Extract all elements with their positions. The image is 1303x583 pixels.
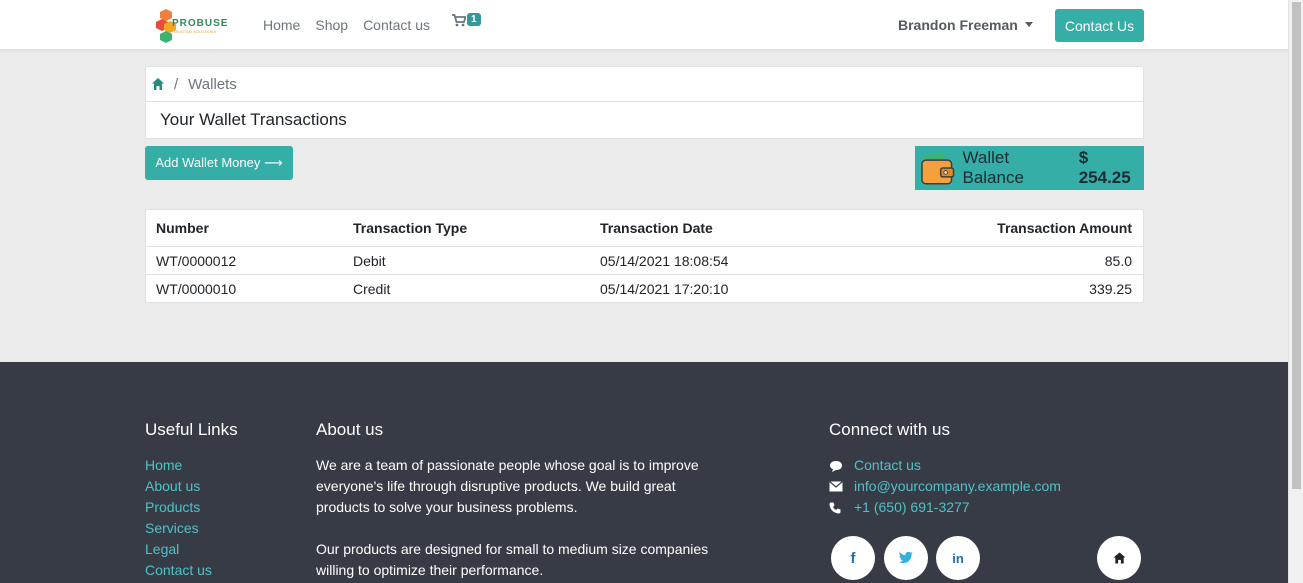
contact-link[interactable]: Contact us xyxy=(854,455,921,476)
wallet-balance-label: Wallet Balance xyxy=(962,148,1024,187)
table-row[interactable]: WT/0000012 Debit 05/14/2021 18:08:54 85.… xyxy=(146,246,1143,274)
footer-link-services[interactable]: Services xyxy=(145,518,212,539)
main-nav: Home Shop Contact us xyxy=(263,17,445,33)
wallet-balance-amount: $ 254.25 xyxy=(1078,148,1131,187)
comment-icon xyxy=(829,460,854,472)
home-social-button[interactable] xyxy=(1097,536,1141,580)
about-us-title: About us xyxy=(316,420,384,439)
wallet-balance-panel: Wallet Balance $ 254.25 xyxy=(915,146,1144,190)
add-wallet-money-button[interactable]: Add Wallet Money ⟶ xyxy=(145,146,293,180)
table-row[interactable]: WT/0000010 Credit 05/14/2021 17:20:10 33… xyxy=(146,274,1143,302)
scrollbar-thumb[interactable] xyxy=(1292,2,1301,489)
linkedin-icon: in xyxy=(952,550,964,566)
twitter-button[interactable] xyxy=(884,536,928,580)
email-item[interactable]: info@yourcompany.example.com xyxy=(829,476,1061,497)
add-wallet-money-label: Add Wallet Money ⟶ xyxy=(155,155,283,170)
cell-type: Credit xyxy=(353,280,391,297)
cart-button[interactable]: 1 xyxy=(452,13,481,30)
facebook-button[interactable]: f xyxy=(831,536,875,580)
caret-down-icon xyxy=(1024,21,1033,27)
email-link[interactable]: info@yourcompany.example.com xyxy=(854,476,1061,497)
breadcrumb-separator: / xyxy=(174,75,179,93)
footer-link-legal[interactable]: Legal xyxy=(145,539,212,560)
vertical-scrollbar[interactable] xyxy=(1288,0,1303,583)
company-logo[interactable]: PROBUSE TRUSTED SOLUTIONS xyxy=(156,7,228,43)
cart-count-badge: 1 xyxy=(467,13,481,26)
column-header-number: Number xyxy=(156,220,209,236)
useful-links-list: Home About us Products Services Legal Co… xyxy=(145,455,212,581)
footer-link-products[interactable]: Products xyxy=(145,497,212,518)
logo-text: PROBUSE xyxy=(172,18,229,29)
cell-amount: 339.25 xyxy=(1089,280,1132,297)
footer-link-contact-us[interactable]: Contact us xyxy=(145,560,212,581)
twitter-icon xyxy=(899,552,913,564)
breadcrumb-current: Wallets xyxy=(188,75,237,93)
about-paragraph-2: Our products are designed for small to m… xyxy=(316,541,709,578)
column-header-amount: Transaction Amount xyxy=(997,220,1132,236)
cell-date: 05/14/2021 17:20:10 xyxy=(600,280,729,297)
useful-links-title: Useful Links xyxy=(145,420,238,439)
home-icon[interactable] xyxy=(151,77,165,91)
envelope-icon xyxy=(829,481,854,492)
contact-link-item[interactable]: Contact us xyxy=(829,455,1061,476)
phone-icon xyxy=(829,502,854,514)
contact-us-button[interactable]: Contact Us xyxy=(1055,9,1144,42)
about-us-text: We are a team of passionate people whose… xyxy=(316,455,716,581)
logo-subtext: TRUSTED SOLUTIONS xyxy=(173,29,217,34)
page-title: Your Wallet Transactions xyxy=(145,102,1144,139)
facebook-icon: f xyxy=(850,549,856,567)
connect-title: Connect with us xyxy=(829,420,950,439)
nav-contact-us[interactable]: Contact us xyxy=(363,17,430,33)
column-header-date: Transaction Date xyxy=(600,220,713,236)
transactions-table: Number Transaction Type Transaction Date… xyxy=(145,209,1144,303)
column-header-type: Transaction Type xyxy=(353,220,468,236)
user-name: Brandon Freeman xyxy=(898,17,1018,33)
phone-link[interactable]: +1 (650) 691-3277 xyxy=(854,497,970,518)
connect-list: Contact us info@yourcompany.example.com … xyxy=(829,455,1061,518)
footer: Useful Links Home About us Products Serv… xyxy=(0,362,1288,583)
cell-date: 05/14/2021 18:08:54 xyxy=(600,252,729,269)
user-menu-dropdown[interactable]: Brandon Freeman xyxy=(898,17,1033,33)
nav-shop[interactable]: Shop xyxy=(315,17,348,33)
cell-type: Debit xyxy=(353,252,386,269)
wallet-icon xyxy=(921,152,955,185)
cell-number: WT/0000012 xyxy=(156,252,237,269)
nav-home[interactable]: Home xyxy=(263,17,300,33)
cell-amount: 85.0 xyxy=(1104,252,1132,269)
shopping-cart-icon xyxy=(452,14,467,27)
about-paragraph-1: We are a team of passionate people whose… xyxy=(316,457,699,515)
table-header-row: Number Transaction Type Transaction Date… xyxy=(146,210,1143,246)
breadcrumb: / Wallets xyxy=(145,66,1144,102)
phone-item[interactable]: +1 (650) 691-3277 xyxy=(829,497,1061,518)
cell-number: WT/0000010 xyxy=(156,280,237,297)
linkedin-button[interactable]: in xyxy=(936,536,980,580)
footer-link-about-us[interactable]: About us xyxy=(145,476,212,497)
top-navbar: PROBUSE TRUSTED SOLUTIONS Home Shop Cont… xyxy=(0,0,1288,50)
footer-link-home[interactable]: Home xyxy=(145,455,212,476)
home-icon xyxy=(1113,552,1125,564)
